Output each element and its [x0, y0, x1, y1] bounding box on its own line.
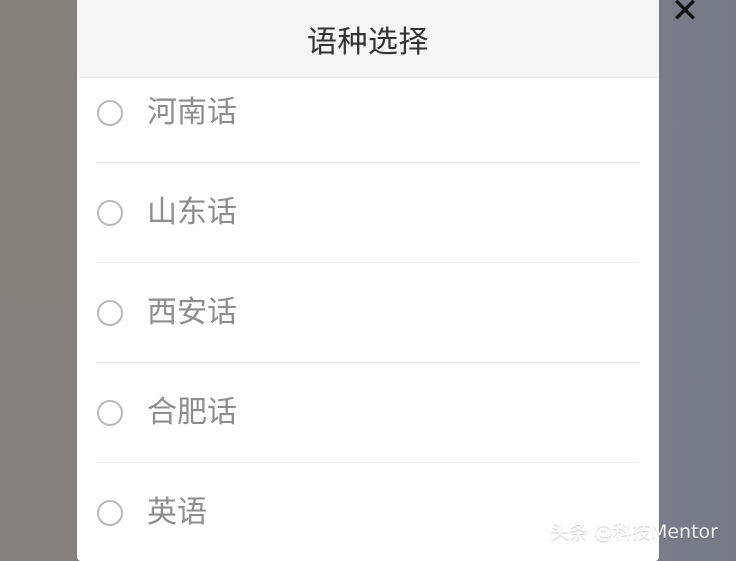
option-english[interactable]: 英语 [96, 463, 639, 561]
radio-icon[interactable] [97, 200, 123, 226]
radio-icon[interactable] [97, 400, 123, 426]
watermark: 头条 @科技Mentor [549, 521, 718, 543]
option-label: 山东话 [147, 195, 237, 230]
option-shandong-dialect[interactable]: 山东话 [96, 163, 639, 263]
option-label: 河南话 [147, 95, 237, 130]
language-selection-dialog: 语种选择 河南话 山东话 西安话 合肥话 英语 [77, 0, 659, 561]
radio-icon[interactable] [97, 100, 123, 126]
dialog-title: 语种选择 [307, 24, 429, 60]
option-xian-dialect[interactable]: 西安话 [96, 263, 639, 363]
option-hefei-dialect[interactable]: 合肥话 [96, 363, 639, 463]
dialog-header: 语种选择 [77, 0, 659, 78]
option-label: 英语 [147, 495, 207, 530]
radio-icon[interactable] [97, 300, 123, 326]
option-henan-dialect[interactable]: 河南话 [96, 78, 639, 163]
close-icon: ✕ [670, 0, 700, 31]
language-option-list: 河南话 山东话 西安话 合肥话 英语 [77, 78, 659, 561]
option-label: 合肥话 [147, 395, 237, 430]
radio-icon[interactable] [97, 500, 123, 526]
close-button[interactable]: ✕ [668, 0, 702, 30]
option-label: 西安话 [147, 295, 237, 330]
